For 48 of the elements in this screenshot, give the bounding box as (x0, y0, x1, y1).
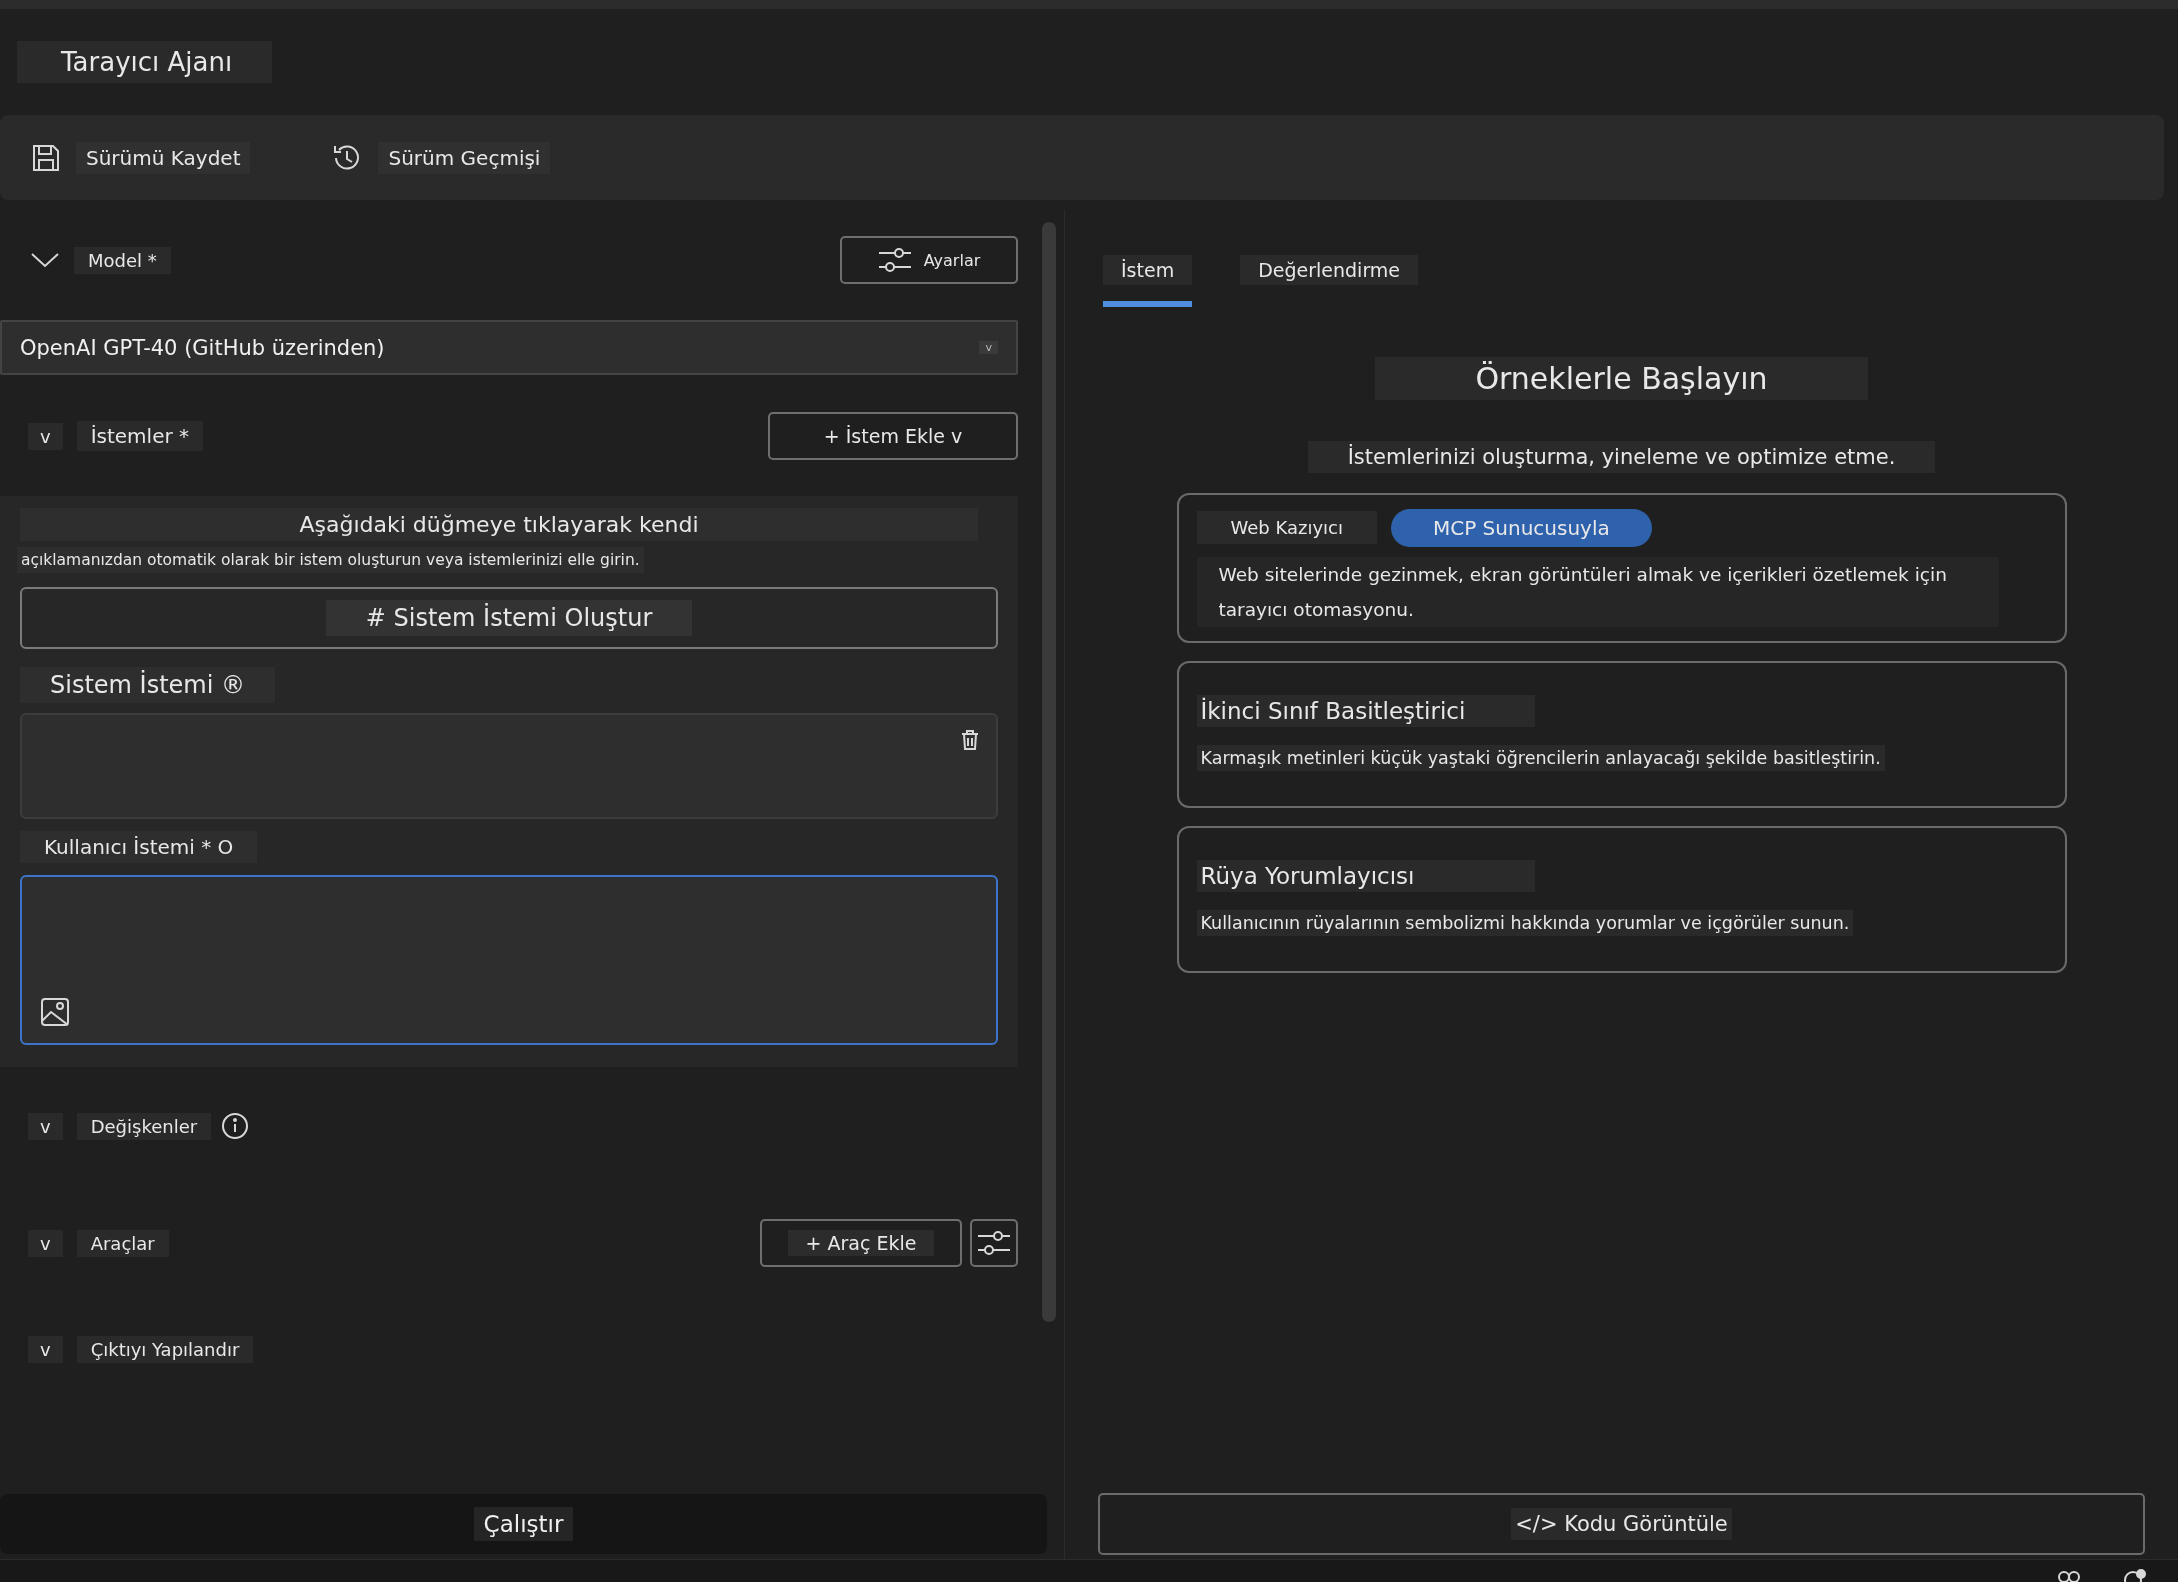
generate-system-prompt-button[interactable]: # Sistem İstemi Oluştur (20, 587, 998, 649)
app-title: Tarayıcı Ajanı (17, 41, 273, 83)
tag-button[interactable]: Web Kazıyıcı (1196, 511, 1377, 545)
user-prompt-field[interactable] (20, 875, 998, 1045)
example-card[interactable]: Web Kazıyıcı MCP Sunucusuyla Web sitelerinde gezinmek, ekran görüntüleri almak ve içerikleri özetlemek için tarayıcı otomasyonu. (1176, 492, 2067, 643)
card-description: Kullanıcının rüyalarının sembolizmi hakkında yorumlar ve içgörüler sunun. (1196, 909, 1854, 936)
dropdown-caret[interactable]: v (979, 341, 998, 354)
version-history-button[interactable]: Sürüm Geçmişi (378, 141, 551, 174)
trash-icon[interactable] (960, 729, 980, 751)
sliders-icon (977, 1230, 1011, 1256)
user-prompt-label: Kullanıcı İstemi * O (20, 831, 258, 863)
info-icon[interactable] (221, 1112, 250, 1140)
section-label: Araçlar (76, 1229, 169, 1257)
examples-title: Örneklerle Başlayın (1375, 357, 1868, 400)
intro-text: açıklamanızdan otomatik olarak bir istem oluşturun veya istemlerinizi elle girin. (17, 547, 644, 573)
example-card[interactable]: İkinci Sınıf Basitleştirici Karmaşık metinleri küçük yaştaki öğrencilerin anlayacağı şekilde basitleştirin. (1176, 660, 2067, 808)
card-description: Web sitelerinde gezinmek, ekran görüntüleri almak ve içerikleri özetlemek için tarayıcı otomasyonu. (1196, 556, 1999, 627)
collapse-toggle[interactable]: v (28, 422, 63, 450)
people-icon[interactable] (2056, 1568, 2082, 1582)
system-prompt-field[interactable] (20, 713, 998, 819)
collapse-toggle[interactable]: v (28, 1229, 63, 1257)
add-tool-button[interactable]: + Araç Ekle (760, 1219, 962, 1267)
prompts-label: İstemler * (76, 421, 204, 451)
settings-button[interactable]: Ayarlar (840, 236, 1018, 284)
card-title: Rüya Yorumlayıcısı (1196, 859, 1535, 892)
card-description: Karmaşık metinleri küçük yaştaki öğrencilerin anlayacağı şekilde basitleştirin. (1196, 744, 1885, 771)
sliders-icon (877, 247, 912, 273)
image-icon[interactable] (40, 997, 70, 1027)
section-label: Değişkenler (76, 1112, 212, 1140)
run-button[interactable]: Çalıştır (0, 1494, 1047, 1554)
system-prompt-label: Sistem İstemi ® (20, 667, 276, 703)
intro-heading: Aşağıdaki düğmeye tıklayarak kendi (20, 508, 978, 541)
examples-subtitle: İstemlerinizi oluşturma, yineleme ve optimize etme. (1307, 440, 1936, 473)
section-label: Çıktıyı Yapılandır (76, 1335, 254, 1363)
model-label: Model * (74, 246, 171, 274)
chevron-down-icon[interactable] (30, 250, 60, 270)
add-prompt-button[interactable]: + İstem Ekle v (768, 412, 1018, 460)
model-dropdown[interactable]: OpenAI GPT-40 (GitHub üzerinden) v (0, 320, 1018, 375)
view-code-button[interactable]: </> Kodu Görüntüle (1098, 1493, 2145, 1555)
collapse-toggle[interactable]: v (28, 1112, 63, 1140)
example-card[interactable]: Rüya Yorumlayıcısı Kullanıcının rüyalarının sembolizmi hakkında yorumlar ve içgörüler sunun. (1176, 825, 2067, 973)
collapse-toggle[interactable]: v (28, 1335, 63, 1363)
save-version-button[interactable]: Sürümü Kaydet (76, 141, 251, 174)
card-title: İkinci Sınıf Basitleştirici (1196, 694, 1535, 727)
tool-settings-button[interactable] (970, 1219, 1018, 1267)
feedback-icon[interactable] (2122, 1568, 2148, 1582)
scrollbar[interactable] (1042, 222, 1056, 1322)
tag-button[interactable]: MCP Sunucusuyla (1391, 508, 1652, 547)
